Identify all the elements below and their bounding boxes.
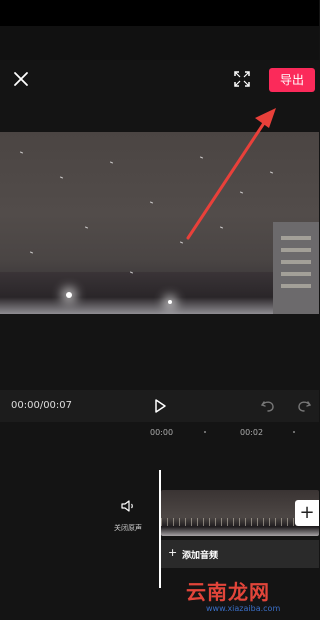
- snowflake: [269, 171, 274, 174]
- fullscreen-icon[interactable]: [233, 70, 251, 88]
- tick-dot: [293, 431, 295, 433]
- redo-icon[interactable]: [296, 398, 312, 414]
- preview-light: [66, 292, 72, 298]
- video-preview[interactable]: [0, 132, 319, 314]
- undo-icon[interactable]: [260, 398, 276, 414]
- play-icon[interactable]: [152, 398, 168, 414]
- timeline-ruler: 00:00 00:02: [0, 424, 319, 444]
- speaker-icon: [121, 500, 133, 512]
- snowflake: [219, 226, 224, 229]
- top-band: [0, 26, 319, 60]
- snowflake: [239, 191, 244, 194]
- watermark-url: www.xiazaiba.com: [206, 604, 281, 613]
- add-clip-button[interactable]: +: [295, 500, 319, 526]
- add-audio-label: 添加音频: [182, 551, 219, 561]
- mute-label: 关闭原声: [114, 524, 142, 532]
- snowflake: [109, 161, 114, 164]
- playback-time: 00:00/00:07: [11, 400, 73, 411]
- mute-original-audio-button[interactable]: 关闭原声: [108, 498, 148, 533]
- plus-icon: +: [168, 546, 178, 559]
- tick-label: 00:02: [240, 428, 264, 437]
- preview-light: [168, 300, 172, 304]
- watermark: 云南龙网 www.xiazaiba.com: [162, 576, 319, 620]
- preview-building: [273, 222, 319, 314]
- tick-dot: [204, 431, 206, 433]
- snowflake: [199, 156, 204, 159]
- export-button[interactable]: 导出: [269, 68, 315, 92]
- add-audio-track[interactable]: + 添加音频: [161, 540, 319, 568]
- snowflake: [149, 201, 154, 204]
- close-icon[interactable]: [10, 68, 32, 90]
- playback-controls: 00:00/00:07: [0, 390, 319, 422]
- snowflake: [179, 241, 184, 244]
- snowflake: [59, 176, 64, 179]
- playhead[interactable]: [159, 470, 161, 588]
- status-bar: [0, 0, 319, 26]
- tick-label: 00:00: [150, 428, 174, 437]
- snowflake: [84, 226, 89, 229]
- snowflake: [19, 151, 24, 154]
- watermark-title: 云南龙网: [186, 580, 270, 604]
- preview-skyline: [0, 272, 319, 314]
- snowflake: [29, 251, 34, 254]
